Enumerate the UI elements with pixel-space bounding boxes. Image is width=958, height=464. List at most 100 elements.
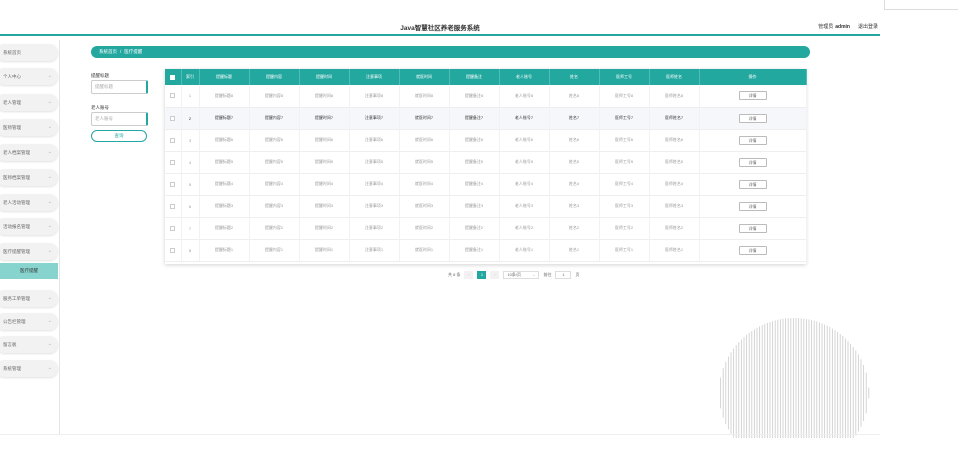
account-filter-input[interactable]: 老人账号 <box>91 112 148 126</box>
sidebar-item-label: 老人活动管理 <box>3 200 30 205</box>
breadcrumb-home[interactable]: 系统首页 <box>99 49 117 54</box>
sidebar-item[interactable]: 个人中心 ⌄ <box>0 68 58 85</box>
sidebar-item[interactable]: 医师管理 ⌄ <box>0 119 58 136</box>
logout-link[interactable]: 退出登录 <box>858 23 878 30</box>
table-cell: 注意事项4 <box>349 173 400 195</box>
chevron-down-icon: ⌄ <box>47 99 52 105</box>
chevron-down-icon: ⌄ <box>47 124 52 130</box>
table-cell: 提醒内容7 <box>249 107 300 129</box>
sidebar-subitem-active[interactable]: 医疗提醒 <box>0 263 58 279</box>
row-checkbox[interactable] <box>165 129 182 151</box>
detail-button[interactable]: 详情 <box>738 157 767 167</box>
table-row[interactable]: 4 提醒标题5 提醒内容5 提醒时间5 注意事项5 就医时间5 提醒备注5 老人账号5 姓名5 医… <box>165 151 807 173</box>
goto-label: 前往 <box>543 271 552 277</box>
table-cell: 提醒备注8 <box>449 85 500 107</box>
table-cell: 提醒备注1 <box>449 239 500 261</box>
select-all-checkbox[interactable] <box>165 69 182 85</box>
table-row[interactable]: 6 提醒标题3 提醒内容3 提醒时间3 注意事项3 就医时间3 提醒备注3 老人账号3 姓名3 医… <box>165 195 807 217</box>
table-row[interactable]: 7 提醒标题2 提醒内容2 提醒时间2 注意事项2 就医时间2 提醒备注2 老人账号2 姓名2 医… <box>165 217 807 239</box>
table-cell: 2 <box>181 107 200 129</box>
table-cell: 注意事项1 <box>349 239 400 261</box>
table-row[interactable]: 5 提醒标题4 提醒内容4 提醒时间4 注意事项4 就医时间4 提醒备注4 老人账号4 姓名4 医… <box>165 173 807 195</box>
title-filter-input[interactable]: 提醒标题 <box>91 80 148 94</box>
table-cell: 提醒时间5 <box>299 151 350 173</box>
table-cell: 6 <box>181 195 200 217</box>
table-cell: 提醒备注4 <box>449 173 500 195</box>
table-cell: 姓名2 <box>549 217 600 239</box>
table-cell: 提醒备注3 <box>449 195 500 217</box>
table-cell: 注意事项8 <box>349 85 400 107</box>
column-header: 姓名 <box>549 69 600 85</box>
table-cell: 老人账号2 <box>499 217 550 239</box>
detail-button[interactable]: 详情 <box>738 113 767 123</box>
breadcrumb-separator: / <box>120 49 122 54</box>
detail-button[interactable]: 详情 <box>738 201 767 211</box>
detail-button[interactable]: 详情 <box>738 223 767 233</box>
table-header-row: 索引 提醒标题 提醒内容 提醒时间 注意事项 就医时间 提醒备注 老人账号 姓名 医师工号 医师姓名… <box>165 69 807 85</box>
table-cell: 提醒内容4 <box>249 173 300 195</box>
sidebar-item[interactable]: 老人档案管理 ⌄ <box>0 144 58 161</box>
data-table: 索引 提醒标题 提醒内容 提醒时间 注意事项 就医时间 提醒备注 老人账号 姓名 医师工号 医师姓名… <box>165 69 807 264</box>
table-cell: 提醒时间4 <box>299 173 350 195</box>
table-cell: 1 <box>181 85 200 107</box>
table-row[interactable]: 3 提醒标题6 提醒内容6 提醒时间6 注意事项6 就医时间6 提醒备注6 老人账号6 姓名6 医… <box>165 129 807 151</box>
checkbox-icon <box>170 225 176 231</box>
table-cell: 姓名6 <box>549 129 600 151</box>
table-cell: 医师工号6 <box>599 129 650 151</box>
table-cell: 就医时间2 <box>399 217 450 239</box>
table-cell: 医师姓名5 <box>649 151 700 173</box>
row-checkbox[interactable] <box>165 239 182 261</box>
table-cell: 提醒时间7 <box>299 107 350 129</box>
detail-button[interactable]: 详情 <box>738 179 767 189</box>
table-cell: 提醒备注6 <box>449 129 500 151</box>
sidebar-item[interactable]: 留言板 ⌄ <box>0 336 58 353</box>
table-row[interactable]: 8 提醒标题1 提醒内容1 提醒时间1 注意事项1 就医时间1 提醒备注1 老人账号1 姓名1 医… <box>165 239 807 261</box>
row-checkbox[interactable] <box>165 217 182 239</box>
detail-button[interactable]: 详情 <box>738 245 767 255</box>
row-checkbox[interactable] <box>165 151 182 173</box>
table-row[interactable]: 2 提醒标题7 提醒内容7 提醒时间7 注意事项7 就医时间7 提醒备注7 老人账号7 姓名7 医… <box>165 107 807 129</box>
row-checkbox[interactable] <box>165 107 182 129</box>
sidebar-item[interactable]: 系统首页 <box>0 44 58 61</box>
sidebar-item[interactable]: 系统管理 ⌄ <box>0 360 58 377</box>
table-cell: 提醒备注5 <box>449 151 500 173</box>
table-cell: 提醒标题4 <box>199 173 250 195</box>
table-cell: 医师工号3 <box>599 195 650 217</box>
table-cell: 注意事项2 <box>349 217 400 239</box>
checkbox-icon <box>170 181 176 187</box>
table-cell: 老人账号1 <box>499 239 550 261</box>
sidebar-item[interactable]: 公告栏管理 ⌄ <box>0 313 58 330</box>
sidebar-item[interactable]: 服务工单管理 ⌄ <box>0 290 58 307</box>
page-number-1[interactable]: 1 <box>477 270 487 279</box>
table-cell: 医师工号8 <box>599 85 650 107</box>
row-checkbox[interactable] <box>165 85 182 107</box>
detail-button[interactable]: 详情 <box>738 91 767 101</box>
chevron-left-icon[interactable]: ‹ <box>464 270 474 279</box>
sidebar-item[interactable]: 医师档案管理 ⌄ <box>0 169 58 186</box>
sidebar-item-label: 医疗提醒管理 <box>3 249 30 254</box>
query-button[interactable]: 查询 <box>91 130 147 142</box>
column-header: 就医时间 <box>399 69 450 85</box>
row-checkbox[interactable] <box>165 173 182 195</box>
sidebar-item[interactable]: 活动报名管理 ⌄ <box>0 218 58 235</box>
table-row[interactable]: 1 提醒标题8 提醒内容8 提醒时间8 注意事项8 就医时间8 提醒备注8 老人账号8 姓名8 医… <box>165 85 807 107</box>
title-filter-label: 提醒标题 <box>91 73 109 78</box>
table-cell: 提醒内容2 <box>249 217 300 239</box>
table-cell: 4 <box>181 151 200 173</box>
sidebar-item[interactable]: 老人活动管理 ⌄ <box>0 194 58 211</box>
sidebar-item-label: 个人中心 <box>3 74 21 79</box>
table-cell: 提醒标题7 <box>199 107 250 129</box>
table-cell: 医师工号1 <box>599 239 650 261</box>
detail-button[interactable]: 详情 <box>738 135 767 145</box>
row-checkbox[interactable] <box>165 195 182 217</box>
sidebar-item[interactable]: 医疗提醒管理 ⌄ <box>0 243 58 260</box>
chevron-down-icon: ⌄ <box>47 318 52 324</box>
checkbox-icon <box>170 137 176 143</box>
chevron-right-icon[interactable]: › <box>490 270 500 279</box>
sidebar-item-label: 系统首页 <box>3 50 21 55</box>
table-cell: 老人账号6 <box>499 129 550 151</box>
page-size-select[interactable]: 10条/页 ⌄ <box>503 270 540 279</box>
sidebar-item[interactable]: 老人管理 ⌄ <box>0 94 58 111</box>
action-cell: 详情 <box>699 239 807 261</box>
goto-page-input[interactable]: 1 <box>555 270 572 279</box>
